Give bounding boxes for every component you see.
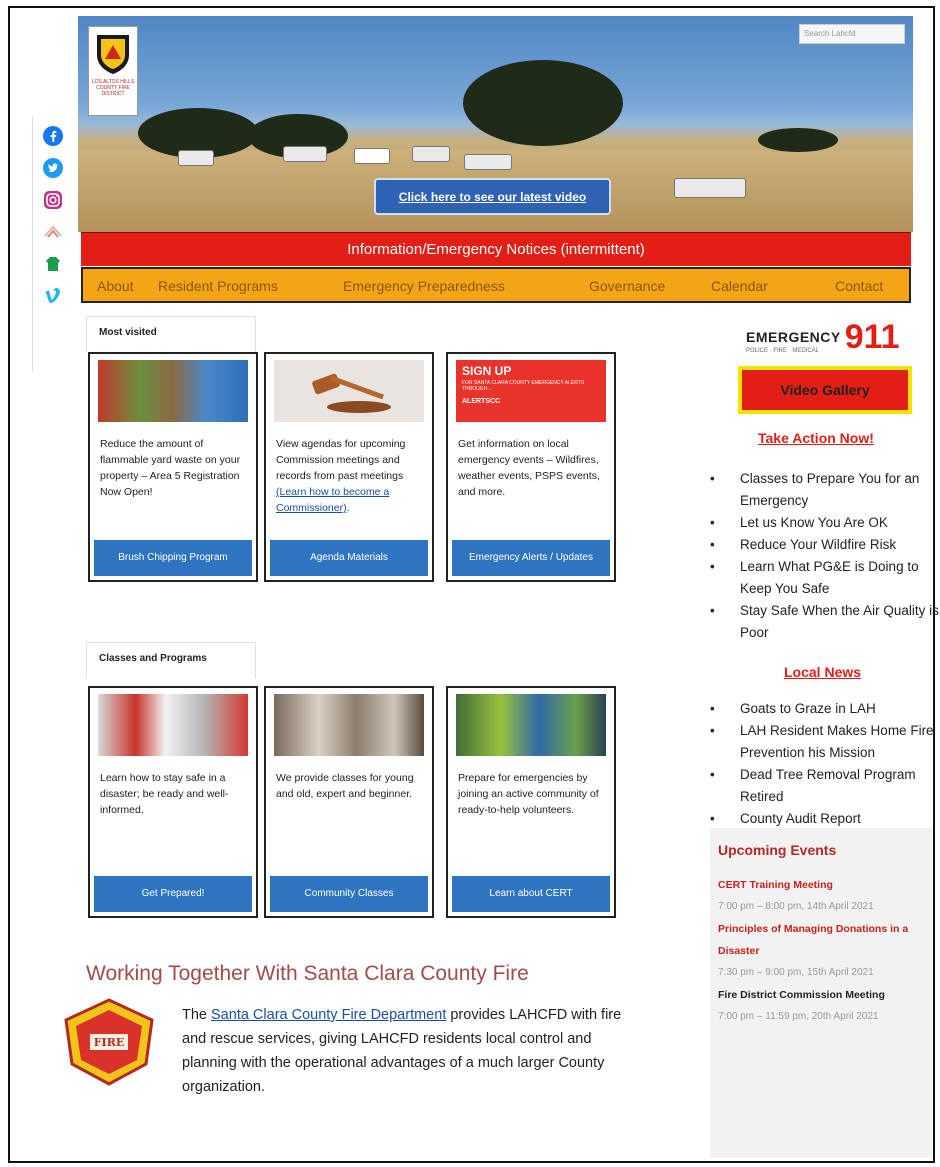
list-item[interactable]: County Audit Report	[710, 808, 940, 830]
event-time: 7:30 pm – 9:00 pm, 15th April 2021	[718, 967, 874, 978]
prepared-kit-image	[98, 694, 248, 756]
local-news-list: Goats to Graze in LAH LAH Resident Makes…	[710, 698, 940, 830]
card-agenda: View agendas for upcoming Commission mee…	[264, 352, 434, 582]
list-item[interactable]: LAH Resident Makes Home Fire Prevention …	[710, 720, 940, 764]
card-text: Get information on local emergency event…	[458, 438, 600, 498]
list-item[interactable]: Learn What PG&E is Doing to Keep You Saf…	[710, 556, 940, 600]
card-text: Learn how to stay safe in a disaster; be…	[100, 772, 229, 816]
nav-contact[interactable]: Contact	[835, 278, 883, 294]
nextdoor-icon[interactable]	[41, 220, 65, 244]
hero-banner: LOS ALTOS HILLS COUNTY FIRE DISTRICT Searc…	[78, 16, 913, 232]
event-title[interactable]: CERT Training Meeting	[718, 874, 924, 896]
alertscc-banner: SIGN UP FOR SANTA CLARA COUNTY EMERGENCY…	[456, 360, 606, 422]
search-input[interactable]: Search Lahcfd	[799, 24, 905, 44]
card-community-classes: We provide classes for young and old, ex…	[264, 686, 434, 918]
nav-emergency-preparedness[interactable]: Emergency Preparedness	[343, 278, 505, 294]
website-icon[interactable]	[41, 252, 65, 276]
classes-programs-title: Classes and Programs	[86, 642, 256, 678]
emergency-911-badge: EMERGENCY 911 POLICE · FIRE · MEDICAL	[746, 318, 900, 356]
card-get-prepared: Learn how to stay safe in a disaster; be…	[88, 686, 258, 918]
hero-vehicle	[178, 150, 214, 166]
take-action-link[interactable]: Take Action Now!	[758, 430, 874, 446]
learn-cert-button[interactable]: Learn about CERT	[452, 876, 610, 912]
county-fire-badge: FIRE	[60, 998, 158, 1086]
vimeo-icon[interactable]	[41, 284, 65, 308]
gavel-image	[274, 360, 424, 422]
cert-volunteers-image	[456, 694, 606, 756]
card-brush-chipping: Reduce the amount of flammable yard wast…	[88, 352, 258, 582]
hero-tree	[463, 60, 623, 146]
fire-section-heading: Working Together With Santa Clara County…	[86, 962, 529, 985]
card-alerts: SIGN UP FOR SANTA CLARA COUNTY EMERGENCY…	[446, 352, 616, 582]
nav-about[interactable]: About	[97, 278, 134, 294]
event-title[interactable]: Principles of Managing Donations in a Di…	[718, 918, 924, 962]
get-prepared-button[interactable]: Get Prepared!	[94, 876, 252, 912]
hero-vehicle	[674, 178, 746, 198]
nav-resident-programs[interactable]: Resident Programs	[158, 278, 278, 294]
local-news-link[interactable]: Local News	[784, 664, 861, 680]
social-rail	[32, 116, 72, 372]
brush-chipping-image	[98, 360, 248, 422]
list-item[interactable]: Stay Safe When the Air Quality is Poor	[710, 600, 940, 644]
event-time: 7:00 pm – 11:59 pm, 20th April 2021	[718, 1011, 879, 1022]
most-visited-title: Most visited	[86, 316, 256, 352]
county-fire-link[interactable]: Santa Clara County Fire Department	[211, 1007, 446, 1023]
become-commissioner-link[interactable]: (Learn how to become a Commissioner)	[276, 486, 389, 514]
svg-text:FIRE: FIRE	[94, 1036, 124, 1049]
card-text: We provide classes for young and old, ex…	[276, 772, 414, 800]
list-item[interactable]: Goats to Graze in LAH	[710, 698, 940, 720]
main-nav: About Resident Programs Emergency Prepar…	[81, 267, 911, 303]
video-gallery-button[interactable]: Video Gallery	[738, 366, 912, 414]
list-item[interactable]: Reduce Your Wildfire Risk	[710, 534, 940, 556]
community-classes-button[interactable]: Community Classes	[270, 876, 428, 912]
event-title[interactable]: Fire District Commission Meeting	[718, 984, 924, 1006]
list-item[interactable]: Dead Tree Removal Program Retired	[710, 764, 940, 808]
fire-section-text: The Santa Clara County Fire Department p…	[182, 1007, 622, 1095]
agenda-materials-button[interactable]: Agenda Materials	[270, 540, 428, 576]
hero-vehicle	[412, 146, 450, 162]
latest-video-button[interactable]: Click here to see our latest video	[374, 178, 611, 215]
list-item[interactable]: Let us Know You Are OK	[710, 512, 940, 534]
hero-vehicle	[283, 146, 327, 162]
emergency-alerts-button[interactable]: Emergency Alerts / Updates	[452, 540, 610, 576]
nav-calendar[interactable]: Calendar	[711, 278, 768, 294]
card-text: View agendas for upcoming Commission mee…	[276, 438, 406, 514]
upcoming-events-title: Upcoming Events	[718, 842, 837, 858]
list-item[interactable]: Classes to Prepare You for an Emergency	[710, 468, 940, 512]
instagram-icon[interactable]	[41, 188, 65, 212]
hero-tree-right	[758, 128, 838, 152]
classroom-image	[274, 694, 424, 756]
district-logo[interactable]: LOS ALTOS HILLS COUNTY FIRE DISTRICT	[88, 26, 138, 116]
card-text: Reduce the amount of flammable yard wast…	[100, 438, 241, 498]
brush-chipping-button[interactable]: Brush Chipping Program	[94, 540, 252, 576]
facebook-icon[interactable]	[41, 124, 65, 148]
hero-vehicle	[354, 148, 390, 164]
emergency-notice-bar[interactable]: Information/Emergency Notices (intermitt…	[81, 232, 911, 266]
nav-governance[interactable]: Governance	[589, 278, 665, 294]
hero-vehicle	[464, 154, 512, 170]
twitter-icon[interactable]	[41, 156, 65, 180]
event-time: 7:00 pm – 8:00 pm, 14th April 2021	[718, 901, 874, 912]
card-cert: Prepare for emergencies by joining an ac…	[446, 686, 616, 918]
upcoming-events: Upcoming Events CERT Training Meeting 7:…	[710, 828, 932, 1158]
take-action-list: Classes to Prepare You for an Emergency …	[710, 468, 940, 644]
card-text: Prepare for emergencies by joining an ac…	[458, 772, 599, 816]
